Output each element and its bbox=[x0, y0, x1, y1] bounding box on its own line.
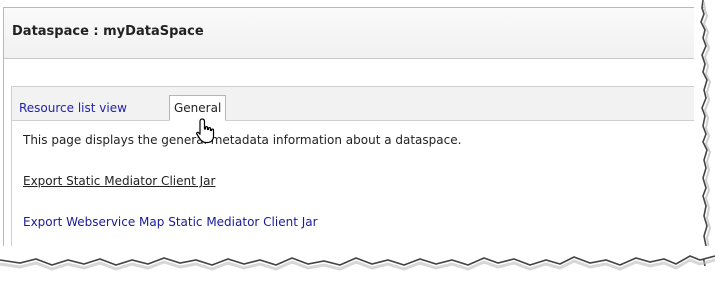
export-static-mediator-jar-link[interactable]: Export Static Mediator Client Jar bbox=[23, 174, 215, 188]
description-text: This page displays the general metadata … bbox=[23, 133, 462, 147]
tab-strip: Resource list view General bbox=[12, 87, 702, 121]
hand-pointer-cursor-icon bbox=[196, 118, 215, 144]
tab-panel: Resource list view General This page dis… bbox=[11, 86, 703, 248]
content-area: Resource list view General This page dis… bbox=[4, 59, 704, 254]
torn-edge-bottom bbox=[0, 246, 715, 271]
export-webservice-map-jar-link[interactable]: Export Webservice Map Static Mediator Cl… bbox=[23, 215, 318, 229]
page-title: Dataspace : myDataSpace bbox=[12, 24, 204, 39]
title-bar: Dataspace : myDataSpace bbox=[4, 8, 704, 59]
screenshot-canvas: Dataspace : myDataSpace Resource list vi… bbox=[0, 0, 715, 294]
dataspace-window: Dataspace : myDataSpace Resource list vi… bbox=[3, 7, 704, 254]
tab-resource-list-view[interactable]: Resource list view bbox=[14, 95, 132, 119]
